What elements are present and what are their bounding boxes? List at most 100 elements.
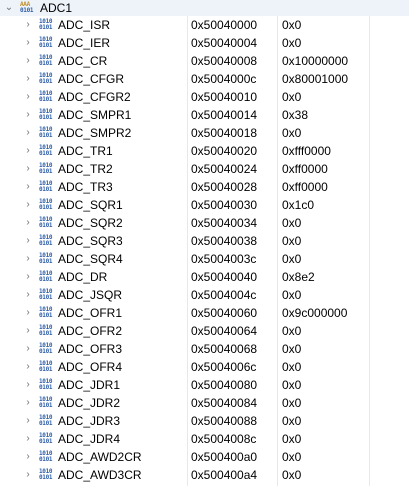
register-row[interactable]: › 1010 0101 ADC_ISR 0x50040000 0x0 xyxy=(0,16,409,34)
register-value[interactable]: 0x8e2 xyxy=(282,268,315,286)
register-value[interactable]: 0x0 xyxy=(282,250,301,268)
register-address: 0x5004006c xyxy=(191,360,257,374)
chevron-right-icon[interactable]: › xyxy=(23,376,33,394)
register-value[interactable]: 0x1c0 xyxy=(282,196,314,214)
register-value[interactable]: 0xff0000 xyxy=(282,160,328,178)
register-row[interactable]: › 1010 0101 ADC_SQR1 0x50040030 0x1c0 xyxy=(0,196,409,214)
chevron-right-icon[interactable]: › xyxy=(23,142,33,160)
peripheral-row-adc1[interactable]: ⌄ AAA 0101 ADC1 xyxy=(0,0,409,16)
register-row[interactable]: › 1010 0101 ADC_OFR3 0x50040068 0x0 xyxy=(0,340,409,358)
chevron-right-icon[interactable]: › xyxy=(23,52,33,70)
register-value[interactable]: 0x0 xyxy=(282,88,301,106)
register-binary-icon: 1010 0101 xyxy=(39,126,53,139)
register-value[interactable]: 0x38 xyxy=(282,106,308,124)
register-value[interactable]: 0x0 xyxy=(282,34,301,52)
register-value[interactable]: 0x80001000 xyxy=(282,70,348,88)
register-name: ADC_JDR3 xyxy=(58,414,121,428)
chevron-right-icon[interactable]: › xyxy=(23,268,33,286)
register-row[interactable]: › 1010 0101 ADC_CFGR2 0x50040010 0x0 xyxy=(0,88,409,106)
chevron-right-icon[interactable]: › xyxy=(23,88,33,106)
register-value[interactable]: 0x0 xyxy=(282,286,301,304)
chevron-right-icon[interactable]: › xyxy=(23,430,33,448)
register-value[interactable]: 0xfff0000 xyxy=(282,142,331,160)
register-name: ADC_SQR3 xyxy=(58,234,123,248)
register-value[interactable]: 0x9c000000 xyxy=(282,304,347,322)
register-value[interactable]: 0x0 xyxy=(282,214,301,232)
register-value[interactable]: 0x0 xyxy=(282,124,301,142)
register-address: 0x5004004c xyxy=(191,288,257,302)
register-address: 0x50040034 xyxy=(191,216,258,230)
register-binary-icon: 1010 0101 xyxy=(39,324,53,337)
register-value[interactable]: 0x0 xyxy=(282,394,301,412)
register-address: 0x500400a0 xyxy=(191,450,258,464)
register-row[interactable]: › 1010 0101 ADC_JDR4 0x5004008c 0x0 xyxy=(0,430,409,448)
chevron-right-icon[interactable]: › xyxy=(23,412,33,430)
register-row[interactable]: › 1010 0101 ADC_AWD2CR 0x500400a0 0x0 xyxy=(0,448,409,466)
register-row[interactable]: › 1010 0101 ADC_AWD3CR 0x500400a4 0x0 xyxy=(0,466,409,484)
register-value[interactable]: 0x0 xyxy=(282,358,301,376)
register-row[interactable]: › 1010 0101 ADC_CR 0x50040008 0x10000000 xyxy=(0,52,409,70)
register-value[interactable]: 0x0 xyxy=(282,466,301,484)
register-row[interactable]: › 1010 0101 ADC_IER 0x50040004 0x0 xyxy=(0,34,409,52)
register-value[interactable]: 0x0 xyxy=(282,340,301,358)
chevron-right-icon[interactable]: › xyxy=(23,466,33,484)
chevron-right-icon[interactable]: › xyxy=(23,34,33,52)
register-address: 0x50040040 xyxy=(191,270,258,284)
register-row[interactable]: › 1010 0101 ADC_JDR2 0x50040084 0x0 xyxy=(0,394,409,412)
register-value[interactable]: 0x0 xyxy=(282,16,301,34)
register-row[interactable]: › 1010 0101 ADC_OFR4 0x5004006c 0x0 xyxy=(0,358,409,376)
chevron-right-icon[interactable]: › xyxy=(23,178,33,196)
register-value[interactable]: 0x10000000 xyxy=(282,52,348,70)
register-value[interactable]: 0xff0000 xyxy=(282,178,328,196)
chevron-right-icon[interactable]: › xyxy=(23,160,33,178)
register-row[interactable]: › 1010 0101 ADC_CFGR 0x5004000c 0x80001000 xyxy=(0,70,409,88)
register-row[interactable]: › 1010 0101 ADC_SQR4 0x5004003c 0x0 xyxy=(0,250,409,268)
chevron-right-icon[interactable]: › xyxy=(23,304,33,322)
chevron-right-icon[interactable]: › xyxy=(23,394,33,412)
chevron-right-icon[interactable]: › xyxy=(23,340,33,358)
chevron-right-icon[interactable]: › xyxy=(23,106,33,124)
register-value[interactable]: 0x0 xyxy=(282,232,301,250)
register-value[interactable]: 0x0 xyxy=(282,430,301,448)
register-binary-icon: 1010 0101 xyxy=(39,468,53,481)
chevron-right-icon[interactable]: › xyxy=(23,448,33,466)
chevron-right-icon[interactable]: › xyxy=(23,214,33,232)
register-binary-icon: 1010 0101 xyxy=(39,198,53,211)
chevron-right-icon[interactable]: › xyxy=(23,124,33,142)
register-row[interactable]: › 1010 0101 ADC_TR3 0x50040028 0xff0000 xyxy=(0,178,409,196)
chevron-right-icon[interactable]: › xyxy=(23,250,33,268)
register-row[interactable]: › 1010 0101 ADC_SQR2 0x50040034 0x0 xyxy=(0,214,409,232)
register-row[interactable]: › 1010 0101 ADC_DR 0x50040040 0x8e2 xyxy=(0,268,409,286)
register-row[interactable]: › 1010 0101 ADC_TR1 0x50040020 0xfff0000 xyxy=(0,142,409,160)
register-row[interactable]: › 1010 0101 ADC_SMPR1 0x50040014 0x38 xyxy=(0,106,409,124)
register-row[interactable]: › 1010 0101 ADC_JSQR 0x5004004c 0x0 xyxy=(0,286,409,304)
register-value[interactable]: 0x0 xyxy=(282,322,301,340)
chevron-right-icon[interactable]: › xyxy=(23,286,33,304)
chevron-right-icon[interactable]: › xyxy=(23,70,33,88)
register-address: 0x50040060 xyxy=(191,306,258,320)
register-row[interactable]: › 1010 0101 ADC_SMPR2 0x50040018 0x0 xyxy=(0,124,409,142)
register-value[interactable]: 0x0 xyxy=(282,376,301,394)
register-row[interactable]: › 1010 0101 ADC_OFR2 0x50040064 0x0 xyxy=(0,322,409,340)
chevron-right-icon[interactable]: › xyxy=(23,16,33,34)
register-name: ADC_TR3 xyxy=(58,180,113,194)
register-row[interactable]: › 1010 0101 ADC_JDR1 0x50040080 0x0 xyxy=(0,376,409,394)
register-address: 0x50040024 xyxy=(191,162,258,176)
register-binary-icon: 1010 0101 xyxy=(39,450,53,463)
chevron-right-icon[interactable]: › xyxy=(23,358,33,376)
register-row[interactable]: › 1010 0101 ADC_JDR3 0x50040088 0x0 xyxy=(0,412,409,430)
register-address: 0x50040018 xyxy=(191,126,258,140)
register-list: › 1010 0101 ADC_ISR 0x50040000 0x0 › 1010 0101 AD… xyxy=(0,16,409,484)
chevron-right-icon[interactable]: › xyxy=(23,322,33,340)
register-value[interactable]: 0x0 xyxy=(282,412,301,430)
register-row[interactable]: › 1010 0101 ADC_TR2 0x50040024 0xff0000 xyxy=(0,160,409,178)
register-row[interactable]: › 1010 0101 ADC_OFR1 0x50040060 0x9c000000 xyxy=(0,304,409,322)
register-address: 0x50040000 xyxy=(191,18,258,32)
chevron-down-icon[interactable]: ⌄ xyxy=(4,0,14,16)
register-row[interactable]: › 1010 0101 ADC_SQR3 0x50040038 0x0 xyxy=(0,232,409,250)
register-value[interactable]: 0x0 xyxy=(282,448,301,466)
chevron-right-icon[interactable]: › xyxy=(23,232,33,250)
chevron-right-icon[interactable]: › xyxy=(23,196,33,214)
register-binary-icon: 1010 0101 xyxy=(39,180,53,193)
register-name: ADC_TR2 xyxy=(58,162,113,176)
